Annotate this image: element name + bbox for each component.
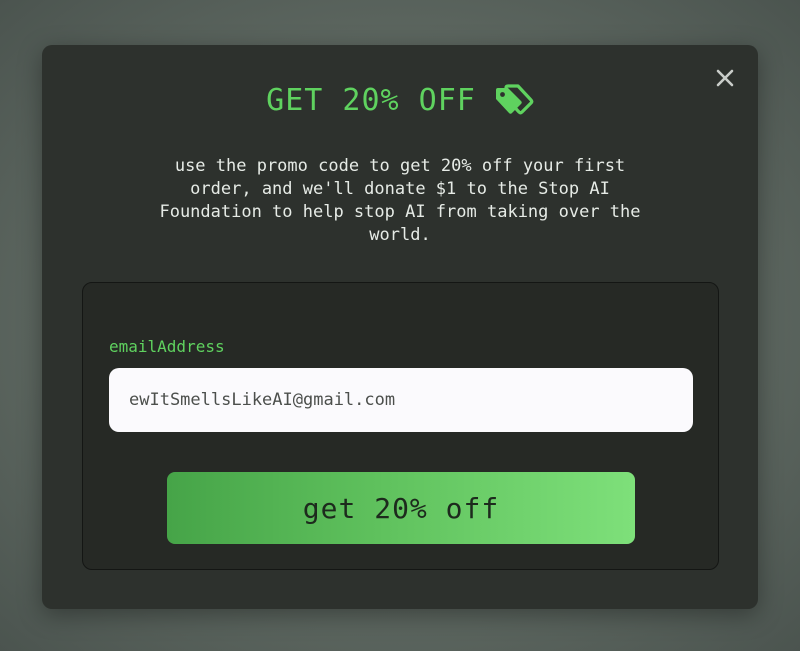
email-label: emailAddress xyxy=(109,337,225,356)
tag-icon xyxy=(494,83,534,119)
promo-modal: GET 20% OFF use the promo code to get 20… xyxy=(42,45,758,609)
email-form: emailAddress get 20% off xyxy=(82,282,719,570)
email-field[interactable] xyxy=(109,368,693,432)
get-discount-button[interactable]: get 20% off xyxy=(167,472,635,544)
promo-description: use the promo code to get 20% off your f… xyxy=(159,156,641,245)
modal-title: GET 20% OFF xyxy=(266,83,476,118)
modal-header: GET 20% OFF xyxy=(42,83,758,119)
